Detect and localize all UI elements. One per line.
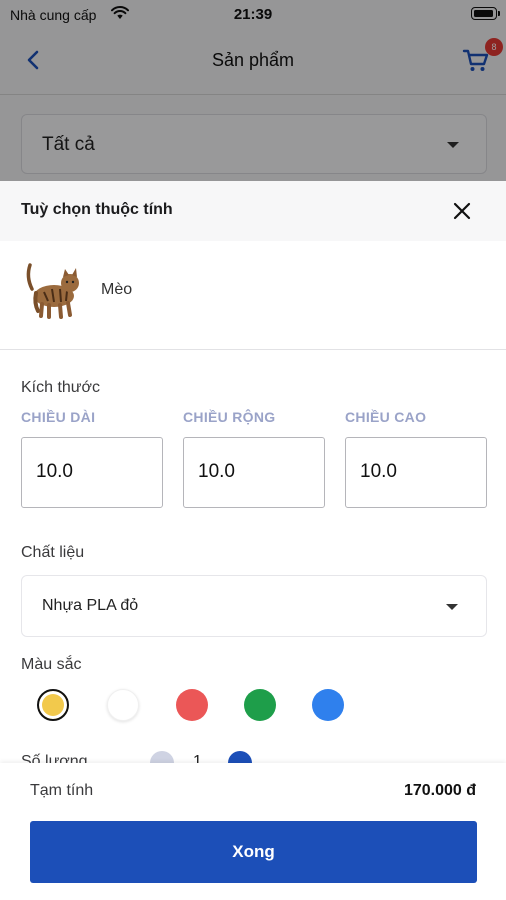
product-thumbnail (26, 263, 79, 319)
color-swatch-white[interactable] (107, 689, 139, 721)
color-section-label: Màu sắc (21, 656, 82, 673)
product-name: Mèo (101, 281, 133, 298)
length-label: CHIỀU DÀI (21, 409, 96, 425)
chevron-down-icon (446, 604, 458, 610)
material-select[interactable]: Nhựa PLA đỏ (21, 575, 487, 637)
color-swatch-blue[interactable] (312, 689, 344, 721)
color-swatch-green[interactable] (244, 689, 276, 721)
length-input[interactable]: 10.0 (21, 437, 163, 508)
material-section-label: Chất liệu (21, 544, 85, 561)
length-value: 10.0 (36, 461, 73, 482)
width-input[interactable]: 10.0 (183, 437, 325, 508)
sheet-header: Tuỳ chọn thuộc tính (0, 181, 506, 241)
height-label: CHIỀU CAO (345, 409, 427, 425)
width-label: CHIỀU RỘNG (183, 409, 276, 425)
subtotal-label: Tạm tính (30, 782, 94, 799)
divider (0, 349, 506, 350)
material-value: Nhựa PLA đỏ (42, 597, 139, 614)
color-swatch-red[interactable] (176, 689, 208, 721)
done-button[interactable]: Xong (30, 821, 477, 883)
close-icon[interactable] (451, 200, 473, 222)
color-swatch-yellow[interactable] (37, 689, 69, 721)
height-value: 10.0 (360, 461, 397, 482)
sheet-footer: Tạm tính 170.000 đ Xong (0, 763, 506, 900)
height-input[interactable]: 10.0 (345, 437, 487, 508)
product-summary: Mèo (0, 241, 506, 349)
attribute-options-sheet: Tuỳ chọn thuộc tính Mèo Kích thước CHIỀU… (0, 181, 506, 900)
subtotal-value: 170.000 đ (403, 782, 476, 799)
width-value: 10.0 (198, 461, 235, 482)
sheet-title: Tuỳ chọn thuộc tính (21, 201, 173, 218)
size-section-label: Kích thước (21, 379, 101, 396)
